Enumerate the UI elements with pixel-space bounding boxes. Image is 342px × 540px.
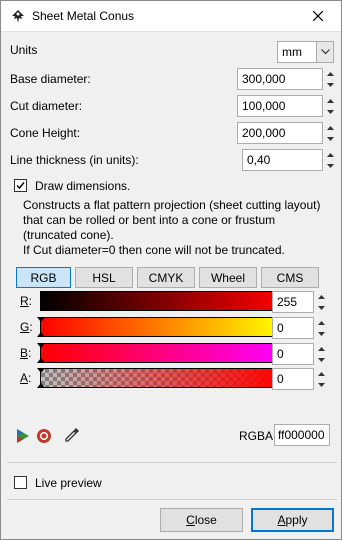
blue-slider[interactable]	[37, 343, 283, 363]
line-thickness-label: Line thickness (in units):	[10, 153, 139, 167]
blue-value-input[interactable]: 0	[272, 343, 314, 365]
spin-up-icon[interactable]	[316, 343, 326, 354]
inkscape-icon	[12, 10, 24, 23]
base-diameter-spinbox[interactable]: 300,000	[237, 68, 335, 90]
description-text: Constructs a flat pattern projection (sh…	[23, 198, 335, 258]
description-line: Constructs a flat pattern projection (sh…	[23, 198, 321, 212]
units-value: mm	[282, 45, 302, 59]
separator	[7, 462, 337, 463]
close-icon	[313, 11, 323, 21]
line-thickness-input[interactable]: 0,40	[242, 149, 323, 171]
cut-diameter-spinbox[interactable]: 100,000	[237, 95, 335, 117]
green-value-input[interactable]: 0	[272, 317, 314, 339]
spin-down-icon[interactable]	[316, 302, 326, 313]
base-diameter-input[interactable]: 300,000	[237, 68, 323, 90]
red-spinbox[interactable]: 255	[272, 291, 326, 313]
apply-button-label: Apply	[277, 513, 308, 527]
slider-handle[interactable]	[37, 358, 45, 363]
color-managed-icon	[17, 429, 29, 443]
slider-label-green: G:	[20, 320, 33, 334]
description-line: (truncated cone).	[23, 228, 114, 242]
spin-down-icon[interactable]	[316, 328, 326, 339]
cone-height-input[interactable]: 200,000	[237, 122, 323, 144]
description-line: If Cut diameter=0 then cone will not be …	[23, 243, 285, 257]
separator	[7, 499, 337, 500]
title-bar: Sheet Metal Conus	[1, 1, 341, 32]
red-slider[interactable]	[40, 291, 286, 311]
slider-label-alpha: A:	[20, 371, 32, 385]
tab-cms[interactable]: CMS	[261, 267, 319, 288]
blue-spinbox[interactable]: 0	[272, 343, 326, 365]
cut-diameter-label: Cut diameter:	[10, 99, 83, 113]
cut-diameter-input[interactable]: 100,000	[237, 95, 323, 117]
red-value-input[interactable]: 255	[272, 291, 314, 313]
dialog-window: Sheet Metal Conus Units mm Base diameter…	[0, 0, 342, 540]
spin-down-icon[interactable]	[325, 79, 335, 90]
cone-height-spinbox[interactable]: 200,000	[237, 122, 335, 144]
spin-down-icon[interactable]	[325, 133, 335, 144]
alpha-slider[interactable]	[37, 368, 283, 388]
eyedropper-icon[interactable]	[63, 426, 81, 444]
green-spinbox[interactable]: 0	[272, 317, 326, 339]
green-slider[interactable]	[37, 317, 283, 337]
spin-up-icon[interactable]	[325, 122, 335, 133]
out-of-gamut-icon	[37, 429, 51, 443]
line-thickness-spinbox[interactable]: 0,40	[242, 149, 335, 171]
base-diameter-label: Base diameter:	[10, 72, 91, 86]
description-line: that can be rolled or bent into a cone o…	[23, 213, 276, 227]
spin-up-icon[interactable]	[316, 291, 326, 302]
slider-handle[interactable]	[37, 368, 45, 373]
slider-handle[interactable]	[37, 343, 45, 348]
draw-dimensions-checkbox[interactable]	[14, 179, 27, 192]
spin-up-icon[interactable]	[316, 368, 326, 379]
alpha-spinbox[interactable]: 0	[272, 368, 326, 390]
spin-up-icon[interactable]	[325, 95, 335, 106]
tab-cmyk[interactable]: CMYK	[137, 267, 195, 288]
units-select[interactable]: mm	[277, 41, 334, 63]
alpha-value-input[interactable]: 0	[272, 368, 314, 390]
draw-dimensions-label: Draw dimensions.	[35, 179, 131, 193]
spin-down-icon[interactable]	[325, 106, 335, 117]
tab-wheel[interactable]: Wheel	[199, 267, 257, 288]
color-mode-tabs: RGB HSL CMYK Wheel CMS	[16, 267, 319, 288]
close-window-button[interactable]	[295, 1, 341, 31]
slider-handle[interactable]	[37, 317, 45, 322]
units-label: Units	[10, 43, 38, 57]
close-button[interactable]: Close	[160, 508, 243, 532]
live-preview-checkbox[interactable]	[14, 476, 27, 489]
slider-handle[interactable]	[37, 383, 45, 388]
slider-label-blue: B:	[20, 346, 32, 360]
spin-down-icon[interactable]	[316, 379, 326, 390]
live-preview-label: Live preview	[35, 476, 102, 490]
spin-down-icon[interactable]	[325, 160, 335, 171]
close-button-label: Close	[186, 513, 217, 527]
spin-down-icon[interactable]	[316, 354, 326, 365]
slider-label-red: R:	[20, 294, 33, 308]
spin-up-icon[interactable]	[325, 68, 335, 79]
apply-button[interactable]: Apply	[251, 508, 334, 532]
spin-up-icon[interactable]	[316, 317, 326, 328]
slider-handle[interactable]	[37, 332, 45, 337]
window-title: Sheet Metal Conus	[32, 9, 135, 23]
tab-rgb[interactable]: RGB	[16, 267, 71, 288]
dropdown-chevron-icon	[316, 42, 333, 62]
tab-hsl[interactable]: HSL	[75, 267, 133, 288]
cone-height-label: Cone Height:	[10, 126, 81, 140]
checkmark-icon	[16, 182, 25, 190]
rgba-input[interactable]: ff000000	[274, 424, 330, 446]
rgba-label: RGBA:	[239, 429, 277, 443]
spin-up-icon[interactable]	[325, 149, 335, 160]
